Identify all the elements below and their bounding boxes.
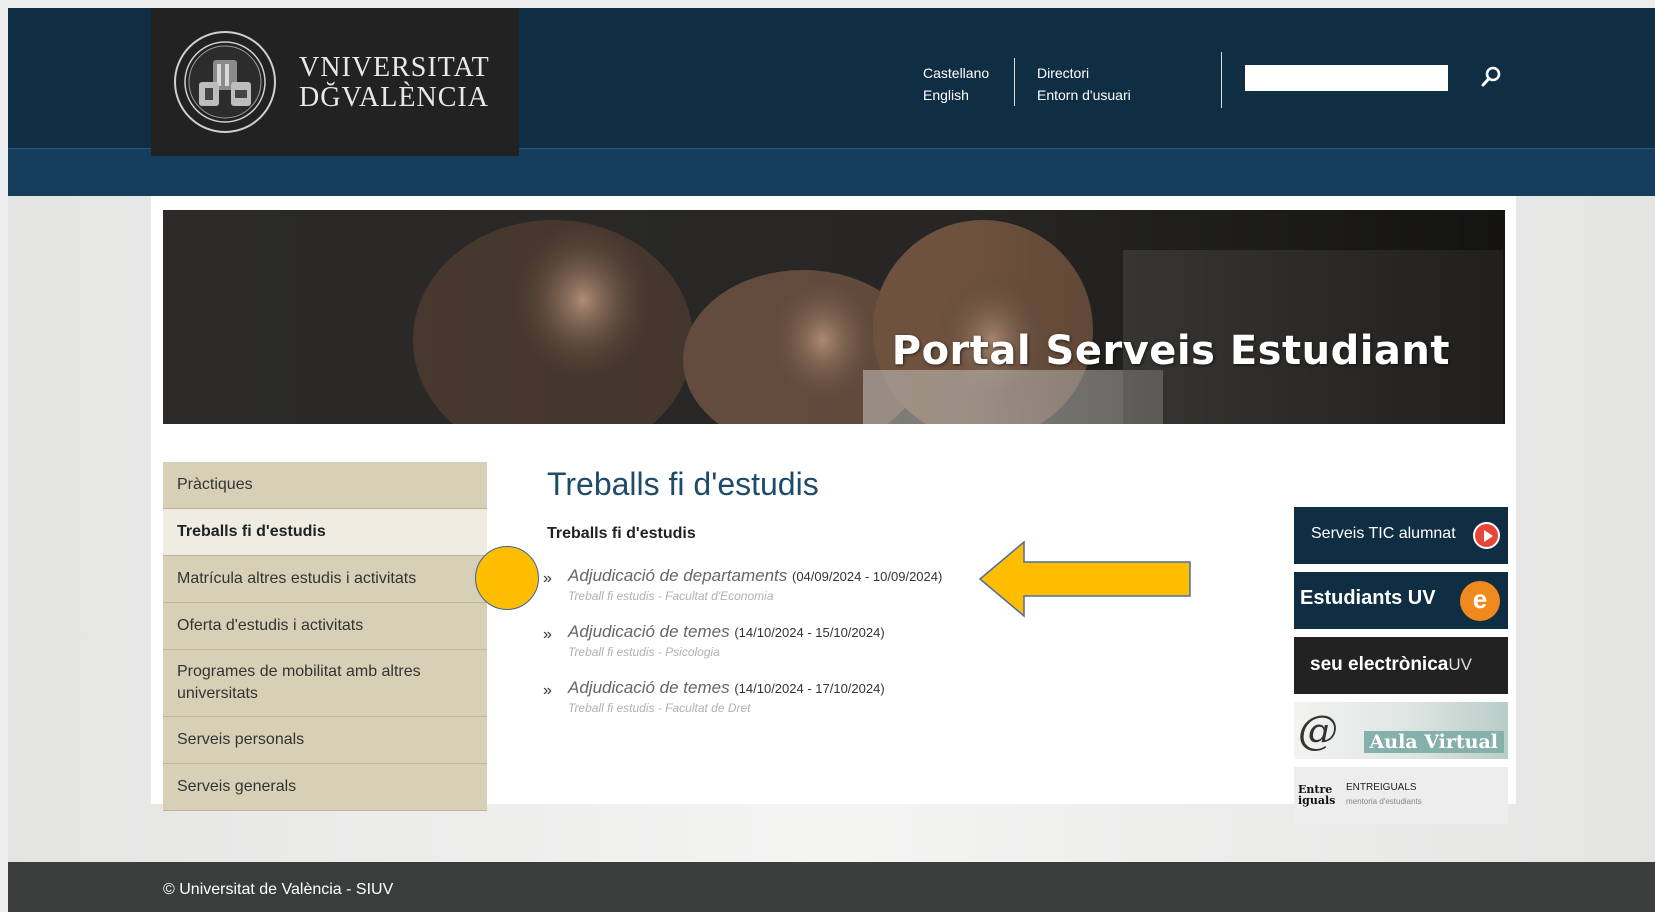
aula-virtual-label: Aula Virtual	[1363, 731, 1504, 753]
sidebar-item-treballs[interactable]: Treballs fi d'estudis	[163, 509, 487, 556]
serveis-tic-banner[interactable]: Serveis TIC alumnat	[1294, 507, 1508, 564]
wordmark-line2: DĞVALÈNCIA	[299, 82, 489, 113]
search-button[interactable]	[1476, 62, 1506, 92]
page-title: Treballs fi d'estudis	[547, 466, 819, 502]
at-sign-icon: @	[1298, 708, 1338, 754]
task-link[interactable]: Adjudicació de temes (14/10/2024 - 17/10…	[568, 678, 885, 697]
seu-electronica-banner[interactable]: seu electrònicaUV	[1294, 637, 1508, 694]
entreiguals-banner[interactable]: Entre iguals ENTREIGUALS mentoria d'estud…	[1294, 767, 1508, 824]
lang-castellano-link[interactable]: Castellano	[923, 62, 989, 84]
task-title: Adjudicació de departaments	[568, 566, 788, 585]
section-subtitle: Treballs fi d'estudis	[547, 525, 696, 542]
header-divider	[1221, 52, 1222, 108]
sidebar-item-serveis-personals[interactable]: Serveis personals	[163, 717, 487, 764]
search-input[interactable]	[1245, 65, 1448, 91]
utility-links: Directori Entorn d'usuari	[1037, 62, 1131, 106]
sidebar-nav: Pràctiques Treballs fi d'estudis Matrícu…	[163, 462, 487, 811]
aula-virtual-banner[interactable]: @ Aula Virtual	[1294, 702, 1508, 759]
sidebar-item-mobilitat[interactable]: Programes de mobilitat amb altres univer…	[163, 650, 487, 717]
play-circle-icon	[1473, 522, 1500, 549]
task-dates: (14/10/2024 - 17/10/2024)	[734, 681, 885, 696]
header-divider	[1014, 58, 1015, 106]
entreiguals-logo-line2: iguals	[1298, 794, 1336, 807]
wordmark-line1: VNIVERSITAT	[299, 52, 490, 83]
banner-title: Portal Serveis Estudiant	[891, 328, 1450, 374]
entreiguals-tagline: mentoria d'estudiants	[1346, 797, 1422, 806]
task-title: Adjudicació de temes	[568, 678, 730, 697]
language-links: Castellano English	[923, 62, 989, 106]
directori-link[interactable]: Directori	[1037, 62, 1131, 84]
task-dates: (04/09/2024 - 10/09/2024)	[791, 569, 943, 584]
banner-photo	[163, 210, 1505, 424]
university-wordmark: VNIVERSITAT DĞVALÈNCIA	[299, 53, 490, 113]
estudiants-e-icon: e	[1460, 581, 1500, 621]
university-seal-icon	[174, 31, 276, 133]
highlight-circle-marker	[475, 546, 539, 610]
sidebar-item-oferta[interactable]: Oferta d'estudis i activitats	[163, 603, 487, 650]
footer-copyright: © Universitat de València - SIUV	[163, 881, 394, 898]
bullet-icon: »	[543, 570, 552, 587]
estudiants-uv-label: Estudiants UV	[1300, 587, 1436, 609]
seu-electronica-main: seu electrònica	[1310, 654, 1449, 675]
task-link[interactable]: Adjudicació de temes (14/10/2024 - 15/10…	[568, 622, 885, 641]
lang-english-link[interactable]: English	[923, 84, 989, 106]
bullet-icon: »	[543, 626, 552, 643]
list-item: » Adjudicació de temes (14/10/2024 - 15/…	[543, 622, 1143, 678]
pointer-arrow-icon	[978, 540, 1191, 618]
entreiguals-logo: Entre iguals	[1298, 784, 1335, 806]
task-dates: (14/10/2024 - 15/10/2024)	[734, 625, 885, 640]
task-origin: Treball fi estudis - Facultat de Dret	[568, 701, 751, 715]
serveis-tic-label: Serveis TIC alumnat	[1311, 525, 1456, 542]
search-icon	[1481, 66, 1501, 87]
task-link[interactable]: Adjudicació de departaments (04/09/2024 …	[568, 566, 942, 585]
sidebar-item-serveis-generals[interactable]: Serveis generals	[163, 764, 487, 811]
hero-banner: Portal Serveis Estudiant	[163, 210, 1505, 424]
seu-electronica-label: seu electrònicaUV	[1310, 654, 1472, 676]
bullet-icon: »	[543, 682, 552, 699]
entreiguals-brand: ENTREIGUALS	[1346, 782, 1417, 793]
seu-electronica-suffix: UV	[1448, 655, 1472, 674]
estudiants-uv-banner[interactable]: Estudiants UV e	[1294, 572, 1508, 629]
task-origin: Treball fi estudis - Psicologia	[568, 645, 720, 659]
sidebar-item-matricula[interactable]: Matrícula altres estudis i activitats	[163, 556, 487, 603]
entorn-usuari-link[interactable]: Entorn d'usuari	[1037, 84, 1131, 106]
list-item: » Adjudicació de temes (14/10/2024 - 17/…	[543, 678, 1143, 734]
promo-column: Serveis TIC alumnat Estudiants UV e seu …	[1294, 507, 1508, 832]
task-title: Adjudicació de temes	[568, 622, 730, 641]
university-logo[interactable]: VNIVERSITAT DĞVALÈNCIA	[151, 8, 519, 156]
sidebar-item-practiques[interactable]: Pràctiques	[163, 462, 487, 509]
